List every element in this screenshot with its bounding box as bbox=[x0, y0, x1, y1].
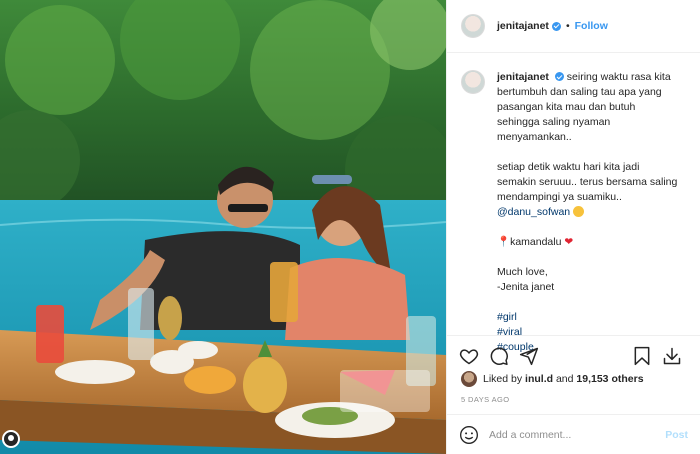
save-button[interactable] bbox=[630, 344, 654, 368]
author-username[interactable]: jenitajanet bbox=[497, 20, 549, 32]
liker-username[interactable]: inul.d bbox=[525, 373, 553, 385]
likes-and: and bbox=[555, 373, 574, 385]
author-avatar[interactable] bbox=[461, 14, 485, 38]
download-icon bbox=[663, 347, 681, 364]
caption-section: jenitajanet seiring waktu rasa kita bert… bbox=[447, 62, 700, 353]
caption-text: jenitajanet seiring waktu rasa kita bert… bbox=[497, 70, 686, 353]
like-button[interactable] bbox=[457, 344, 481, 368]
heart-icon bbox=[459, 348, 479, 364]
heart-emoji-icon: ❤ bbox=[564, 236, 574, 248]
bookmark-icon bbox=[634, 346, 650, 365]
smiley-emoji-icon bbox=[573, 206, 585, 217]
caption-author-avatar[interactable] bbox=[461, 70, 485, 94]
caption-line-9: mendampingi ya suamiku.. bbox=[497, 191, 622, 203]
caption-line-2: bertumbuh dan saling tau apa yang bbox=[497, 86, 662, 98]
caption-line-8: semakin seruuu.. terus bersama saling bbox=[497, 176, 678, 188]
comment-button[interactable] bbox=[487, 344, 511, 368]
likes-prefix: Liked by bbox=[483, 373, 523, 385]
post-header: jenitajanet • Follow bbox=[447, 0, 700, 53]
caption-line-3: pasangan kita mau dan butuh bbox=[497, 101, 636, 113]
caption-line-7: setiap detik waktu hari kita jadi bbox=[497, 161, 640, 173]
comment-input[interactable] bbox=[489, 428, 666, 441]
likes-count-link[interactable]: 19,153 others bbox=[576, 373, 643, 385]
tagged-user-icon[interactable] bbox=[2, 430, 20, 448]
hashtag-link[interactable]: #girl bbox=[497, 310, 686, 325]
caption-line-5: menyamankan.. bbox=[497, 131, 572, 143]
post-comment-button[interactable]: Post bbox=[665, 429, 688, 441]
post-image bbox=[0, 0, 446, 454]
post-photo[interactable] bbox=[0, 0, 446, 454]
location-tag: kamandalu bbox=[510, 236, 562, 248]
download-button[interactable] bbox=[660, 344, 684, 368]
caption-line-4: sehingga saling nyaman bbox=[497, 116, 611, 128]
verified-badge-icon bbox=[551, 21, 561, 31]
liker-avatar[interactable] bbox=[461, 371, 477, 387]
share-button[interactable] bbox=[517, 344, 541, 368]
post-timestamp[interactable]: 5 DAYS AGO bbox=[461, 395, 509, 404]
likes-summary: Liked by inul.d and 19,153 others bbox=[461, 371, 686, 387]
header-separator: • bbox=[565, 20, 570, 32]
caption-signoff-2: -Jenita janet bbox=[497, 281, 555, 293]
follow-button[interactable]: Follow bbox=[575, 20, 608, 32]
smiley-icon[interactable] bbox=[459, 425, 479, 445]
comment-form: Post bbox=[447, 414, 700, 454]
mention-link[interactable]: @danu_sofwan bbox=[497, 206, 570, 218]
action-bar bbox=[447, 335, 700, 375]
comment-icon bbox=[490, 347, 508, 365]
caption-signoff-1: Much love, bbox=[497, 266, 548, 278]
caption-username[interactable]: jenitajanet bbox=[497, 71, 549, 83]
caption-verified-badge-icon bbox=[554, 72, 564, 81]
pin-emoji-icon: 📍 bbox=[497, 236, 511, 248]
paper-plane-icon bbox=[519, 347, 539, 365]
caption-line-1: seiring waktu rasa kita bbox=[566, 71, 671, 83]
post-side-panel: jenitajanet • Follow jenitajanet seiring… bbox=[446, 0, 700, 454]
